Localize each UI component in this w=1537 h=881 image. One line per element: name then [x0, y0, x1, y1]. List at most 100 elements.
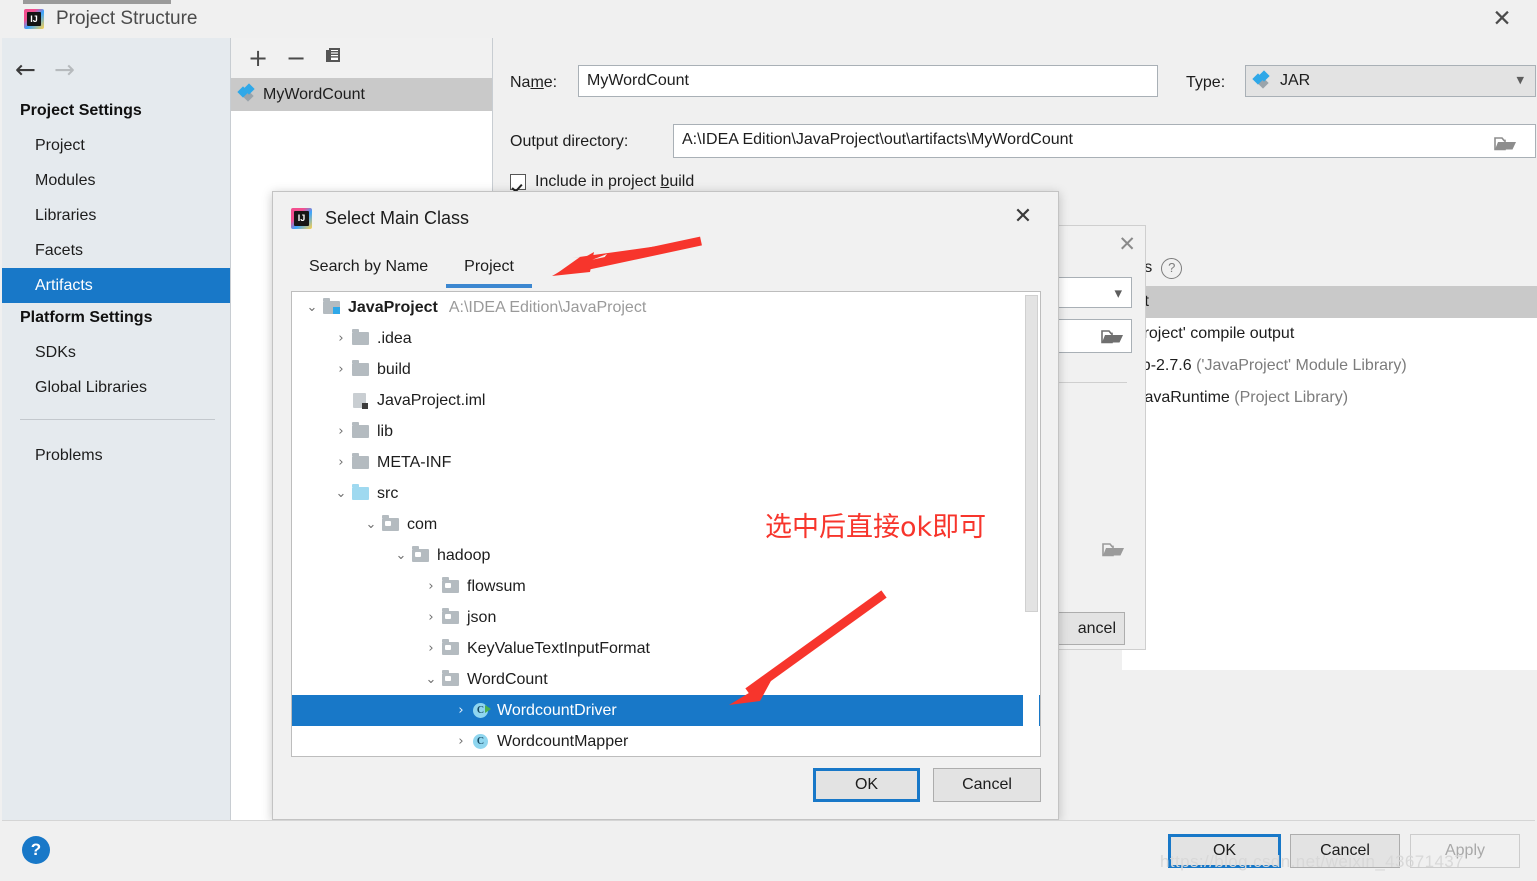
watermark: https://blog.csdn.net/weixin_43671437	[1160, 852, 1465, 871]
runnable-class-icon: C	[472, 703, 491, 718]
checkbox-check-icon	[510, 174, 526, 190]
tree-node-idea[interactable]: › .idea	[292, 323, 1040, 354]
tree-node-label: JavaProject	[348, 298, 438, 316]
tree-node-flowsum[interactable]: › flowsum	[292, 571, 1040, 602]
class-icon: C	[472, 734, 490, 749]
tree-node-hadoop[interactable]: ⌄ hadoop	[292, 540, 1040, 571]
window-titlebar: IJ Project Structure ✕	[0, 0, 1537, 38]
twisty-collapsed-icon[interactable]: ›	[450, 734, 472, 749]
twisty-collapsed-icon[interactable]: ›	[450, 703, 472, 718]
twisty-collapsed-icon[interactable]: ›	[420, 641, 442, 656]
tree-node-meta-inf[interactable]: › META-INF	[292, 447, 1040, 478]
output-layout-panel: ents ? ject aProject' compile output oop…	[1122, 250, 1537, 670]
twisty-collapsed-icon[interactable]: ›	[330, 424, 352, 439]
twisty-collapsed-icon[interactable]: ›	[420, 610, 442, 625]
sidebar-item-problems[interactable]: Problems	[2, 438, 230, 473]
tree-node-build[interactable]: › build	[292, 354, 1040, 385]
twisty-expanded-icon[interactable]: ⌄	[330, 486, 352, 501]
sidebar-divider	[20, 419, 215, 420]
twisty-expanded-icon[interactable]: ⌄	[301, 300, 323, 315]
copy-artifact-icon[interactable]	[321, 46, 347, 72]
tree-node-javaproject[interactable]: ⌄ JavaProject A:\IDEA Edition\JavaProjec…	[292, 292, 1040, 323]
tree-node-wordcountmapper[interactable]: › C WordcountMapper	[292, 726, 1040, 756]
window-title: Project Structure	[56, 8, 198, 29]
output-directory-label: Output directory:	[510, 133, 629, 150]
twisty-collapsed-icon[interactable]: ›	[420, 579, 442, 594]
window-tab-strip	[23, 0, 171, 4]
background-dialog-dropdown[interactable]: ▾	[1052, 277, 1132, 308]
contents-row-0[interactable]: ject	[1122, 286, 1537, 318]
sidebar-group-project-settings: Project Settings	[20, 102, 142, 119]
tab-project[interactable]: Project	[446, 250, 532, 288]
twisty-expanded-icon[interactable]: ⌄	[360, 517, 382, 532]
artifacts-toolbar: + −	[231, 38, 492, 78]
twisty-expanded-icon[interactable]: ⌄	[420, 672, 442, 687]
dialog-button-bar: OK Cancel	[273, 757, 1058, 819]
annotation-note: 选中后直接ok即可	[765, 512, 987, 543]
tree-node-lib[interactable]: › lib	[292, 416, 1040, 447]
tree-node-keyvaluetextinputformat[interactable]: › KeyValueTextInputFormat	[292, 633, 1040, 664]
sidebar-item-sdks[interactable]: SDKs	[2, 335, 230, 370]
name-input[interactable]: MyWordCount	[578, 65, 1158, 97]
package-icon	[442, 639, 460, 656]
sidebar-item-modules[interactable]: Modules	[2, 163, 230, 198]
browse-folder-icon[interactable]	[1494, 134, 1516, 152]
module-folder-icon	[323, 298, 341, 315]
close-icon[interactable]: ✕	[1485, 8, 1519, 32]
contents-row-1[interactable]: aProject' compile output	[1122, 318, 1537, 350]
tree-node-label: WordCount	[467, 670, 548, 688]
tree-scrollbar[interactable]	[1023, 293, 1039, 756]
contents-row-3[interactable]: inJavaRuntime (Project Library)	[1122, 382, 1537, 414]
include-in-project-build-checkbox[interactable]: Include in project build	[510, 173, 694, 191]
add-artifact-icon[interactable]: +	[245, 46, 271, 72]
tree-node-label: json	[467, 608, 497, 626]
back-arrow-icon[interactable]: ←	[15, 56, 36, 84]
twisty-collapsed-icon[interactable]: ›	[330, 455, 352, 470]
include-in-project-build-label: Include in project build	[535, 173, 695, 190]
folder-icon	[352, 329, 370, 346]
source-folder-icon	[352, 484, 370, 501]
sidebar-item-global-libraries[interactable]: Global Libraries	[2, 370, 230, 405]
question-circle-icon[interactable]: ?	[1161, 257, 1183, 279]
type-label: Type:	[1186, 74, 1226, 91]
folder-icon	[352, 360, 370, 377]
jar-artifact-icon	[237, 83, 256, 102]
sidebar-item-project[interactable]: Project	[2, 128, 230, 163]
remove-artifact-icon[interactable]: −	[283, 46, 309, 72]
tree-node-javaproject-iml[interactable]: JavaProject.iml	[292, 385, 1040, 416]
tree-node-label: KeyValueTextInputFormat	[467, 639, 650, 657]
twisty-expanded-icon[interactable]: ⌄	[390, 548, 412, 563]
intellij-idea-icon: IJ	[291, 208, 312, 229]
jar-type-icon	[1252, 69, 1271, 89]
tab-search-by-name[interactable]: Search by Name	[291, 250, 446, 288]
type-dropdown[interactable]: JAR ▾	[1245, 65, 1536, 97]
chevron-down-icon: ▾	[1516, 70, 1524, 89]
tree-node-label: com	[407, 515, 438, 533]
tree-node-label: hadoop	[437, 546, 491, 564]
tree-node-label: lib	[377, 422, 394, 440]
tree-scrollbar-thumb[interactable]	[1025, 295, 1038, 612]
tree-node-label: build	[377, 360, 411, 378]
help-icon[interactable]: ?	[22, 836, 50, 864]
tree-node-json[interactable]: › json	[292, 602, 1040, 633]
background-dialog-close-icon[interactable]: ✕	[1118, 232, 1136, 256]
artifact-row-mywordcount[interactable]: MyWordCount	[231, 78, 492, 111]
tree-node-wordcountdriver[interactable]: › C WordcountDriver	[292, 695, 1040, 726]
background-dialog-browse-field-2[interactable]	[1052, 533, 1132, 567]
dialog-ok-button[interactable]: OK	[813, 768, 920, 802]
sidebar-item-libraries[interactable]: Libraries	[2, 198, 230, 233]
background-dialog-divider	[1052, 382, 1127, 383]
twisty-collapsed-icon[interactable]: ›	[330, 362, 352, 377]
tree-node-wordcount[interactable]: ⌄ WordCount	[292, 664, 1040, 695]
dialog-cancel-button[interactable]: Cancel	[933, 768, 1041, 802]
twisty-collapsed-icon[interactable]: ›	[330, 331, 352, 346]
dialog-close-icon[interactable]: ✕	[1008, 204, 1038, 232]
background-dialog-browse-field[interactable]	[1052, 319, 1132, 353]
sidebar-item-facets[interactable]: Facets	[2, 233, 230, 268]
sidebar-item-artifacts[interactable]: Artifacts	[2, 268, 230, 303]
contents-row-2[interactable]: oop-2.7.6 ('JavaProject' Module Library)	[1122, 350, 1537, 382]
package-icon	[412, 546, 430, 563]
dialog-title-row: IJ Select Main Class	[291, 208, 469, 229]
output-directory-input[interactable]: A:\IDEA Edition\JavaProject\out\artifact…	[673, 124, 1536, 158]
folder-icon	[352, 422, 370, 439]
